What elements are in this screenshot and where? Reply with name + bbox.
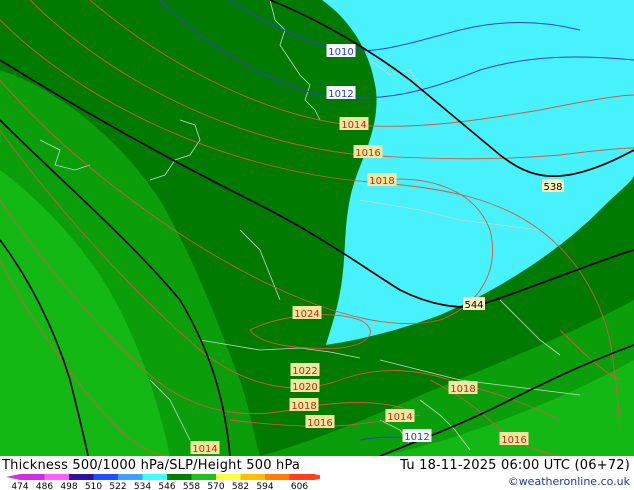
scale-swatch — [191, 474, 216, 480]
scale-tick-label: 510 — [85, 482, 102, 490]
scale-swatch — [240, 474, 265, 480]
isobar-label-text: 1020 — [292, 382, 317, 393]
isobar-label: 1020 — [290, 379, 320, 393]
scale-swatch — [142, 474, 167, 480]
scale-swatch — [167, 474, 192, 480]
isobar-label-text: 1012 — [404, 432, 429, 443]
scale-tick-label: 594 — [256, 482, 273, 490]
isobar-label-text: 1018 — [369, 176, 394, 187]
isobar-label: 1014 — [339, 117, 369, 131]
scale-tick-label: 546 — [158, 482, 175, 490]
scale-swatch — [93, 474, 118, 480]
isobar-label: 1012 — [326, 86, 356, 100]
isobar-label-text: 1022 — [292, 366, 317, 377]
isobar-label: 1014 — [385, 409, 415, 423]
thickness-label-text: 538 — [543, 182, 562, 193]
map-area: 1010 1012 1014 1016 1018 1024 1022 1020 1018 1016… — [0, 0, 634, 456]
color-scale: 474 486 498 510 522 534 546 558 570 582 594 606 — [6, 474, 320, 490]
scale-tick-label: 498 — [60, 482, 77, 490]
scale-tick-label: 474 — [11, 482, 28, 490]
weather-map: 1010 1012 1014 1016 1018 1024 1022 1020 1018 1016… — [0, 0, 634, 456]
thickness-label: 544 — [463, 297, 485, 311]
scale-arrow-left — [6, 474, 20, 480]
isobar-label-text: 1012 — [328, 89, 353, 100]
isobar-label-text: 1016 — [307, 418, 332, 429]
isobar-label: 1018 — [367, 173, 397, 187]
scale-swatch — [69, 474, 94, 480]
isobar-label: 1018 — [448, 381, 478, 395]
isobar-label: 1016 — [353, 145, 383, 159]
isobar-label-text: 1014 — [341, 120, 366, 131]
scale-swatch — [20, 474, 45, 480]
scale-tick-label: 570 — [207, 482, 224, 490]
scale-tick-label: 522 — [109, 482, 126, 490]
thickness-label: 538 — [542, 179, 564, 193]
valid-time: Tu 18-11-2025 06:00 UTC (06+72) — [400, 458, 630, 473]
scale-tick-label: 582 — [232, 482, 249, 490]
credit-link[interactable]: ©weatheronline.co.uk — [508, 475, 630, 488]
isobar-label: 1010 — [326, 44, 356, 58]
isobar-label-text: 1024 — [294, 309, 319, 320]
isobar-label: 1016 — [305, 415, 335, 429]
scale-swatch — [44, 474, 69, 480]
isobar-label: 1022 — [290, 363, 320, 377]
scale-swatch — [289, 474, 314, 480]
isobar-label: 1014 — [190, 441, 220, 455]
isobar-label-text: 1018 — [291, 401, 316, 412]
isobar-label-text: 1014 — [387, 412, 412, 423]
isobar-label: 1016 — [499, 432, 529, 446]
isobar-label: 1012 — [402, 429, 432, 443]
scale-tick-label: 606 — [291, 482, 308, 490]
thickness-label-text: 544 — [464, 300, 483, 311]
isobar-label-text: 1016 — [355, 148, 380, 159]
scale-swatch — [265, 474, 290, 480]
isobar-label: 1018 — [289, 398, 319, 412]
footer-bar: Thickness 500/1000 hPa/SLP/Height 500 hP… — [0, 456, 634, 490]
scale-arrow-right — [314, 474, 320, 480]
scale-tick-label: 534 — [134, 482, 151, 490]
isobar-label-text: 1010 — [328, 47, 353, 58]
scale-tick-label: 486 — [36, 482, 53, 490]
isobar-label-text: 1018 — [450, 384, 475, 395]
isobar-label-text: 1016 — [501, 435, 526, 446]
isobar-label: 1024 — [292, 306, 322, 320]
scale-tick-label: 558 — [183, 482, 200, 490]
scale-swatch — [216, 474, 241, 480]
map-title: Thickness 500/1000 hPa/SLP/Height 500 hP… — [2, 458, 301, 473]
isobar-label-text: 1014 — [192, 444, 217, 455]
scale-swatch — [118, 474, 143, 480]
